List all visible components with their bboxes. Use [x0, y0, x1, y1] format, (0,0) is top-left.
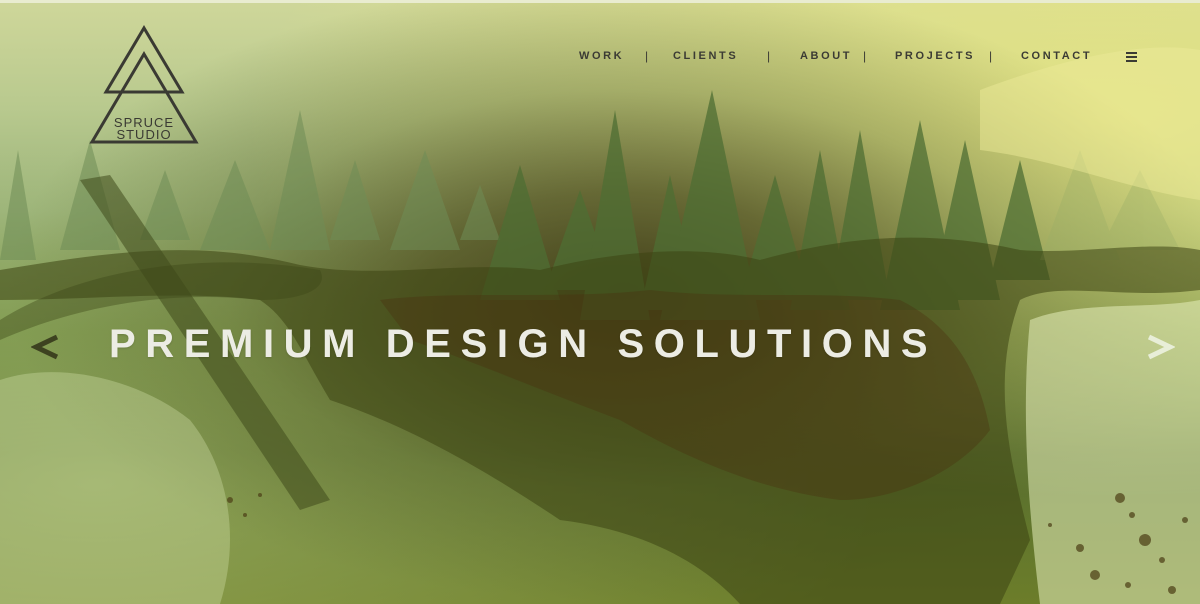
chevron-right-icon	[1147, 334, 1175, 360]
hero-banner: SPRUCE STUDIO WORK | CLIENTS | ABOUT | P…	[0, 0, 1200, 604]
hamburger-menu-icon[interactable]	[1126, 52, 1137, 62]
nav-item-work[interactable]: WORK	[579, 50, 624, 62]
chevron-left-icon	[31, 334, 59, 360]
nav-item-projects[interactable]: PROJECTS	[895, 50, 975, 62]
nav-separator: |	[989, 49, 993, 63]
brand-name-line2: STUDIO	[116, 127, 172, 142]
nav-separator: |	[863, 49, 867, 63]
carousel-prev-button[interactable]	[28, 327, 64, 367]
brand-logo[interactable]: SPRUCE STUDIO	[88, 24, 200, 148]
nav-item-about[interactable]: ABOUT	[800, 50, 852, 62]
nav-item-clients[interactable]: CLIENTS	[673, 50, 738, 62]
hero-headline: PREMIUM DESIGN SOLUTIONS	[109, 322, 938, 366]
nav-separator: |	[645, 49, 649, 63]
nav-separator: |	[767, 49, 771, 63]
nav-item-contact[interactable]: CONTACT	[1021, 50, 1092, 62]
carousel-next-button[interactable]	[1142, 327, 1178, 367]
